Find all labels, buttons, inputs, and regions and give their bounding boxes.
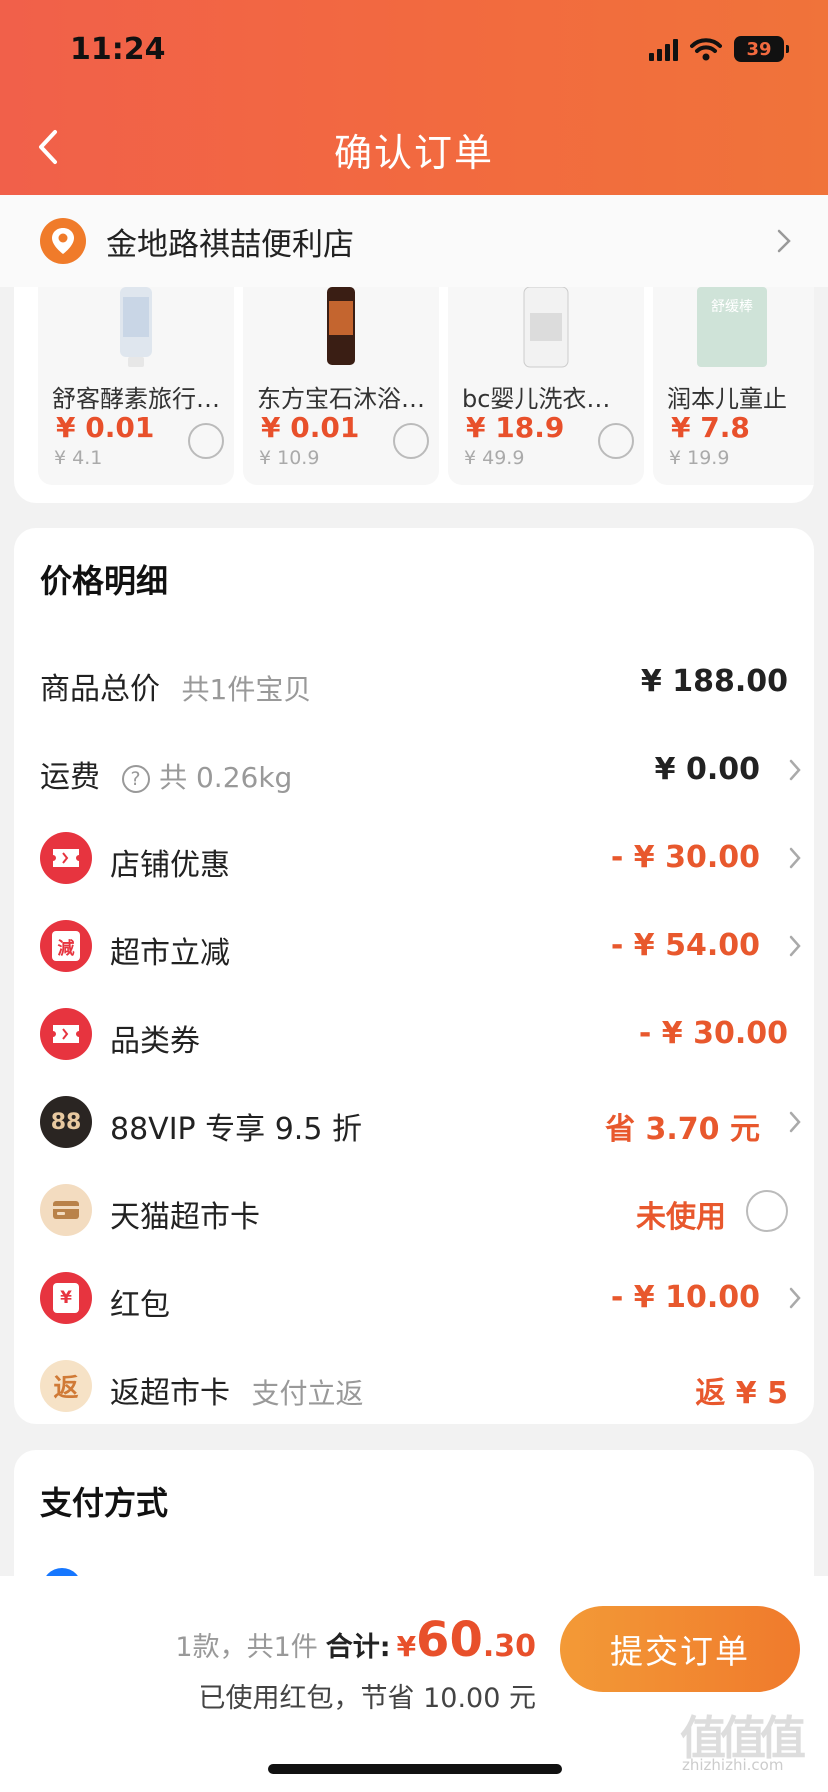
page-title: 确认订单 xyxy=(333,131,494,175)
ticket-icon xyxy=(40,1008,92,1060)
chevron-right-icon xyxy=(789,847,801,869)
product-item[interactable]: 东方宝石沐浴… ¥ 0.01 ¥ 10.9 xyxy=(243,287,439,485)
chevron-right-icon xyxy=(789,1287,801,1309)
chevron-right-icon xyxy=(789,935,801,957)
discount-jar-icon: 減 xyxy=(40,920,92,972)
product-price: ¥ 7.8 xyxy=(671,411,750,444)
total-integer: 60 xyxy=(416,1612,483,1668)
vip-discount-row[interactable]: 88 88VIP 专享 9.5 折 省 3.70 元 xyxy=(14,1092,814,1152)
product-item[interactable]: bc婴儿洗衣… ¥ 18.9 ¥ 49.9 xyxy=(448,287,644,485)
ticket-icon xyxy=(40,832,92,884)
row-label: 天猫超市卡 xyxy=(110,1200,260,1235)
tmall-card-radio[interactable] xyxy=(746,1190,788,1232)
product-original-price: ¥ 49.9 xyxy=(464,447,525,469)
product-item[interactable]: 舒缓棒 润本儿童止 ¥ 7.8 ¥ 19.9 xyxy=(653,287,814,485)
signal-icon xyxy=(649,37,678,61)
vip-88-icon: 88 xyxy=(40,1096,92,1148)
total-label: 合计: xyxy=(325,1632,391,1663)
red-packet-row[interactable]: ¥ 红包 - ¥ 10.00 xyxy=(14,1268,814,1328)
header: 11:24 39 确认订单 xyxy=(0,0,828,195)
watermark-url: zhizhizhi.com xyxy=(682,1756,784,1774)
tmall-card-row[interactable]: 天猫超市卡 未使用 xyxy=(14,1180,814,1240)
product-name: 东方宝石沐浴… xyxy=(257,385,425,413)
store-discount-value: - ¥ 30.00 xyxy=(610,840,760,875)
chevron-right-icon xyxy=(789,759,801,781)
shipping-row[interactable]: 运费 ? 共 0.26kg ¥ 0.00 xyxy=(14,740,814,800)
row-label: 商品总价 xyxy=(40,672,160,707)
shipping-value: ¥ 0.00 xyxy=(654,752,760,787)
product-name: 舒客酵素旅行… xyxy=(52,385,220,413)
red-packet-value: - ¥ 10.00 xyxy=(610,1280,760,1315)
row-label: 88VIP 专享 9.5 折 xyxy=(110,1112,362,1147)
currency-symbol: ¥ xyxy=(396,1630,417,1663)
product-image xyxy=(523,287,569,368)
supermarket-discount-row[interactable]: 減 超市立减 - ¥ 54.00 xyxy=(14,916,814,976)
goods-total-value: ¥ 188.00 xyxy=(640,664,788,699)
product-list: 舒客酵素旅行… ¥ 0.01 ¥ 4.1 东方宝石沐浴… ¥ 0.01 ¥ 10… xyxy=(14,287,814,503)
svg-text:舒缓棒: 舒缓棒 xyxy=(711,299,753,315)
total-decimal: .30 xyxy=(482,1629,536,1664)
cashback-value: 返 ¥ 5 xyxy=(695,1376,788,1411)
price-detail-card: 价格明细 商品总价 共1件宝贝 ¥ 188.00 运费 ? 共 0.26kg ¥… xyxy=(14,528,814,1424)
row-sublabel: 共 0.26kg xyxy=(159,761,293,794)
price-detail-title: 价格明细 xyxy=(40,562,169,600)
location-pin-icon xyxy=(40,218,86,264)
payment-method-title: 支付方式 xyxy=(40,1484,169,1522)
product-name: 润本儿童止 xyxy=(667,385,787,413)
product-price: ¥ 0.01 xyxy=(56,411,155,444)
home-indicator xyxy=(268,1764,562,1774)
row-label: 品类券 xyxy=(110,1024,200,1059)
cashback-icon: 返 xyxy=(40,1360,92,1412)
row-label: 返超市卡 xyxy=(110,1376,230,1411)
vip-discount-value: 省 3.70 元 xyxy=(605,1112,760,1147)
store-selector[interactable]: 金地路祺喆便利店 xyxy=(0,195,828,287)
tmall-card-status: 未使用 xyxy=(636,1200,726,1235)
product-original-price: ¥ 4.1 xyxy=(54,447,103,469)
supermarket-discount-value: - ¥ 54.00 xyxy=(610,928,760,963)
checkout-bar: 1款，共1件 合计: ¥ 60 .30 已使用红包，节省 10.00 元 提交订… xyxy=(0,1576,828,1792)
product-item[interactable]: 舒客酵素旅行… ¥ 0.01 ¥ 4.1 xyxy=(38,287,234,485)
help-icon[interactable]: ? xyxy=(121,765,150,793)
product-image xyxy=(120,287,152,367)
product-name: bc婴儿洗衣… xyxy=(462,385,611,413)
status-time: 11:24 xyxy=(70,32,166,67)
battery-icon: 39 xyxy=(734,36,789,62)
row-label: 店铺优惠 xyxy=(110,848,230,883)
red-packet-icon: ¥ xyxy=(40,1272,92,1324)
row-sublabel: 共1件宝贝 xyxy=(181,673,312,706)
saving-note: 已使用红包，节省 10.00 元 xyxy=(198,1683,536,1714)
select-radio[interactable] xyxy=(188,423,224,459)
card-icon xyxy=(40,1184,92,1236)
row-label: 红包 xyxy=(110,1288,170,1323)
product-image xyxy=(327,287,355,365)
item-count: 1款，共1件 xyxy=(175,1632,318,1663)
cashback-row: 返 返超市卡 支付立返 返 ¥ 5 xyxy=(14,1356,814,1416)
row-label: 运费 xyxy=(40,760,100,795)
store-discount-row[interactable]: 店铺优惠 - ¥ 30.00 xyxy=(14,828,814,888)
row-sublabel: 支付立返 xyxy=(251,1377,364,1410)
total-summary: 1款，共1件 合计: ¥ 60 .30 xyxy=(175,1612,536,1668)
product-image: 舒缓棒 xyxy=(697,287,767,367)
product-price: ¥ 18.9 xyxy=(466,411,565,444)
product-price: ¥ 0.01 xyxy=(261,411,360,444)
chevron-right-icon xyxy=(789,1111,801,1133)
product-original-price: ¥ 19.9 xyxy=(669,447,730,469)
product-original-price: ¥ 10.9 xyxy=(259,447,320,469)
status-icons: 39 xyxy=(649,36,789,62)
submit-order-button[interactable]: 提交订单 xyxy=(560,1606,800,1692)
category-coupon-row[interactable]: 品类券 - ¥ 30.00 xyxy=(14,1004,814,1064)
wifi-icon xyxy=(690,38,722,61)
row-label: 超市立减 xyxy=(110,936,230,971)
goods-total-row: 商品总价 共1件宝贝 ¥ 188.00 xyxy=(14,652,814,712)
category-coupon-value: - ¥ 30.00 xyxy=(638,1016,788,1051)
store-name: 金地路祺喆便利店 xyxy=(106,226,354,263)
select-radio[interactable] xyxy=(598,423,634,459)
select-radio[interactable] xyxy=(393,423,429,459)
chevron-right-icon xyxy=(777,229,791,253)
